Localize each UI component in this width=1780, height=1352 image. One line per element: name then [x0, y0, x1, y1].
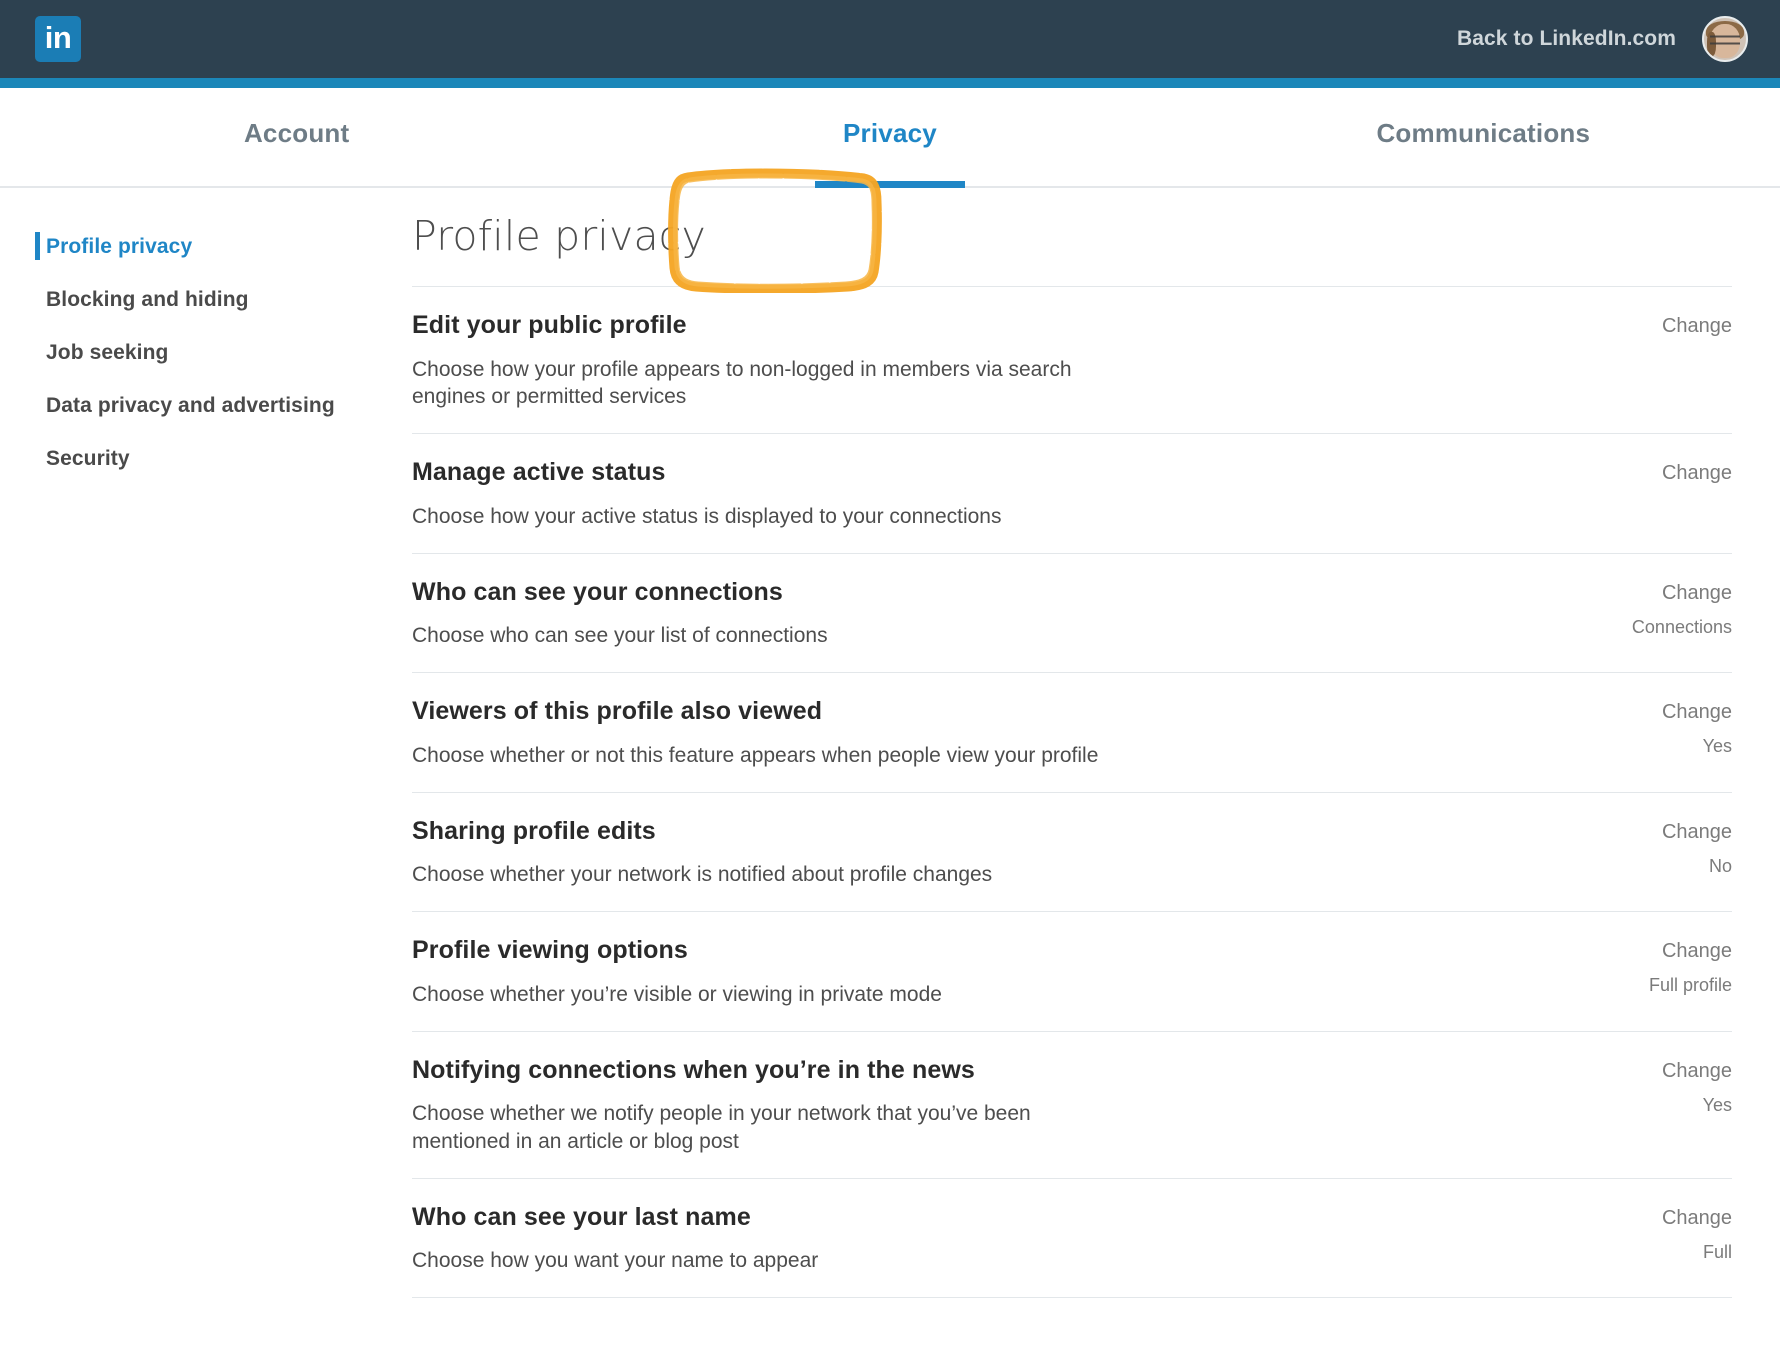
sidebar-item-label: Job seeking [46, 340, 169, 364]
sidebar-item-job-seeking[interactable]: Job seeking [26, 326, 412, 379]
accent-strip [0, 78, 1780, 88]
setting-description: Choose how your profile appears to non-l… [412, 357, 1072, 409]
setting-title: Manage active status [412, 458, 666, 487]
setting-value: Full [1702, 1241, 1732, 1262]
setting-row[interactable]: Viewers of this profile also viewed Choo… [412, 672, 1732, 791]
setting-value: Connections [1631, 616, 1732, 637]
setting-action: Change Full profile [1547, 936, 1732, 996]
page-title: Profile privacy [412, 212, 706, 260]
linkedin-logo-icon[interactable]: in [35, 16, 81, 62]
setting-action: Change Connections [1547, 578, 1732, 638]
setting-description: Choose whether or not this feature appea… [412, 743, 1099, 767]
tab-account[interactable]: Account [0, 88, 593, 186]
setting-text: Sharing profile edits Choose whether you… [412, 817, 1547, 889]
change-link[interactable]: Change [1547, 315, 1732, 338]
sidebar-item-security[interactable]: Security [26, 432, 412, 485]
setting-description: Choose whether we notify people in your … [412, 1102, 1031, 1153]
change-link[interactable]: Change [1547, 462, 1732, 485]
setting-value: Full profile [1648, 975, 1732, 996]
setting-action: Change Full [1547, 1203, 1732, 1263]
sidebar-active-marker [35, 232, 40, 260]
setting-description: Choose how your active status is display… [412, 504, 1002, 528]
setting-text: Notifying connections when you’re in the… [412, 1056, 1547, 1156]
setting-action: Change No [1547, 817, 1732, 877]
setting-text: Who can see your last name Choose how yo… [412, 1203, 1547, 1275]
setting-text: Viewers of this profile also viewed Choo… [412, 697, 1547, 769]
tab-communications[interactable]: Communications [1187, 88, 1780, 186]
linkedin-logo-text: in [44, 19, 72, 55]
setting-row[interactable]: Who can see your connections Choose who … [412, 552, 1732, 672]
setting-title: Edit your public profile [412, 311, 687, 339]
tab-communications-label: Communications [1376, 118, 1591, 148]
sidebar-item-blocking-and-hiding[interactable]: Blocking and hiding [26, 273, 412, 326]
setting-row[interactable]: Edit your public profile Choose how your… [412, 286, 1732, 433]
setting-action: Change [1547, 458, 1732, 497]
setting-action: Change [1547, 311, 1732, 350]
top-bar: in Back to LinkedIn.com [0, 0, 1780, 78]
setting-value: Yes [1702, 736, 1732, 757]
setting-text: Profile viewing options Choose whether y… [412, 936, 1547, 1008]
sidebar-item-label: Security [46, 446, 130, 470]
setting-row[interactable]: Sharing profile edits Choose whether you… [412, 791, 1732, 911]
sidebar-item-label: Data privacy and advertising [46, 393, 335, 417]
tab-account-label: Account [243, 118, 350, 148]
setting-title: Who can see your last name [412, 1202, 751, 1231]
change-link[interactable]: Change [1547, 821, 1732, 844]
setting-title: Notifying connections when you’re in the… [412, 1055, 975, 1084]
sidebar-item-label: Blocking and hiding [46, 287, 249, 311]
sidebar-item-data-privacy-and-advertising[interactable]: Data privacy and advertising [26, 379, 412, 432]
setting-title: Sharing profile edits [412, 816, 656, 845]
sidebar-item-profile-privacy[interactable]: Profile privacy [26, 220, 412, 273]
avatar[interactable] [1702, 16, 1748, 62]
setting-title: Profile viewing options [412, 936, 688, 965]
change-link[interactable]: Change [1547, 1207, 1732, 1230]
setting-description: Choose who can see your list of connecti… [412, 624, 828, 648]
change-link[interactable]: Change [1547, 1060, 1732, 1083]
setting-value: No [1708, 855, 1732, 876]
setting-value: Yes [1702, 1094, 1732, 1115]
change-link[interactable]: Change [1547, 701, 1732, 724]
settings-tabs: Account Privacy Communications [0, 88, 1780, 293]
setting-text: Edit your public profile Choose how your… [412, 311, 1547, 411]
setting-action: Change Yes [1547, 1056, 1732, 1116]
back-to-linkedin-link[interactable]: Back to LinkedIn.com [1457, 27, 1676, 51]
content-bottom-divider [412, 1297, 1732, 1299]
setting-description: Choose whether your network is notified … [412, 863, 993, 887]
setting-text: Manage active status Choose how your act… [412, 458, 1547, 530]
setting-text: Who can see your connections Choose who … [412, 578, 1547, 650]
setting-action: Change Yes [1547, 697, 1732, 757]
setting-row[interactable]: Manage active status Choose how your act… [412, 433, 1732, 552]
setting-row[interactable]: Who can see your last name Choose how yo… [412, 1177, 1732, 1297]
sidebar: Profile privacy Blocking and hiding Job … [0, 212, 412, 1298]
setting-row[interactable]: Profile viewing options Choose whether y… [412, 911, 1732, 1030]
tab-active-underline [814, 181, 965, 188]
sidebar-item-label: Profile privacy [46, 234, 193, 258]
setting-description: Choose whether you’re visible or viewing… [412, 982, 942, 1006]
main-content: Profile privacy Edit your public profile… [412, 212, 1780, 1299]
tab-privacy[interactable]: Privacy [593, 88, 1186, 188]
setting-row[interactable]: Notifying connections when you’re in the… [412, 1030, 1732, 1178]
avatar-glasses [1710, 35, 1740, 45]
change-link[interactable]: Change [1547, 940, 1732, 963]
top-bar-right: Back to LinkedIn.com [1457, 16, 1748, 62]
tab-privacy-label: Privacy [843, 118, 937, 148]
page-layout: Profile privacy Blocking and hiding Job … [0, 188, 1780, 1299]
setting-title: Viewers of this profile also viewed [412, 697, 823, 726]
change-link[interactable]: Change [1547, 582, 1732, 605]
setting-title: Who can see your connections [412, 577, 783, 606]
setting-description: Choose how you want your name to appear [412, 1249, 819, 1273]
